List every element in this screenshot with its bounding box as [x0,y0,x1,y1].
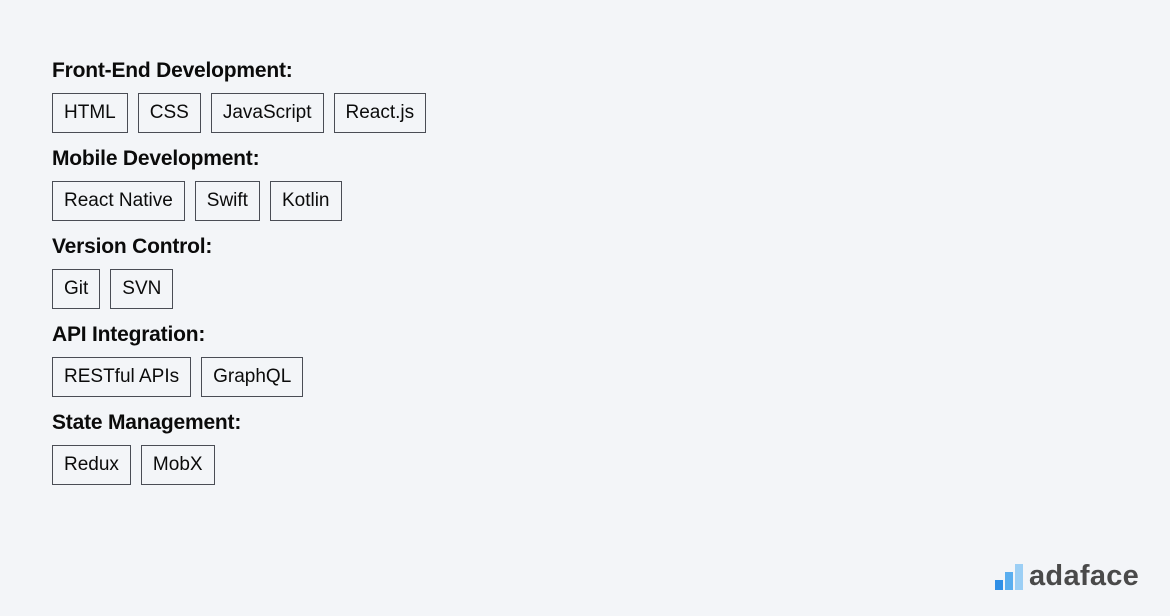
skill-tag: MobX [140,445,215,485]
tag-list: HTML CSS JavaScript React.js [52,93,427,133]
logo-bar [1015,563,1023,590]
section-version-control: Version Control: Git SVN [52,234,426,309]
skill-tag: Git [52,269,101,309]
section-front-end: Front-End Development: HTML CSS JavaScri… [52,58,427,133]
adaface-logo: adaface [995,560,1139,593]
skill-tag: RESTful APIs [52,357,192,397]
skill-tag: SVN [110,269,174,309]
section-mobile: Mobile Development: React Native Swift K… [52,146,426,221]
bar-chart-icon [995,563,1023,590]
logo-bar [1005,571,1013,590]
skill-tag: React.js [333,93,427,133]
skill-tag: GraphQL [201,357,304,397]
tag-list: RESTful APIs GraphQL [52,357,426,397]
section-heading: Mobile Development: [52,147,260,170]
section-api-integration: API Integration: RESTful APIs GraphQL [52,322,426,397]
skill-tag: HTML [52,93,128,133]
tag-list: React Native Swift Kotlin [52,181,426,221]
tag-list: Git SVN [52,269,426,309]
logo-bar [995,579,1003,590]
section-state-management: State Management: Redux MobX [52,410,426,485]
section-heading: API Integration: [52,323,206,346]
skill-tag: Swift [194,181,260,221]
logo-text: adaface [1029,560,1140,592]
skill-tag: React Native [52,181,185,221]
skills-list: Front-End Development: HTML CSS JavaScri… [52,58,427,498]
tag-list: Redux MobX [52,445,426,485]
section-heading: Version Control: [52,235,213,258]
skill-tag: Kotlin [269,181,342,221]
skill-tag: Redux [52,445,131,485]
section-heading: Front-End Development: [52,59,293,82]
section-heading: State Management: [52,411,242,434]
skill-tag: JavaScript [210,93,324,133]
skill-tag: CSS [137,93,201,133]
